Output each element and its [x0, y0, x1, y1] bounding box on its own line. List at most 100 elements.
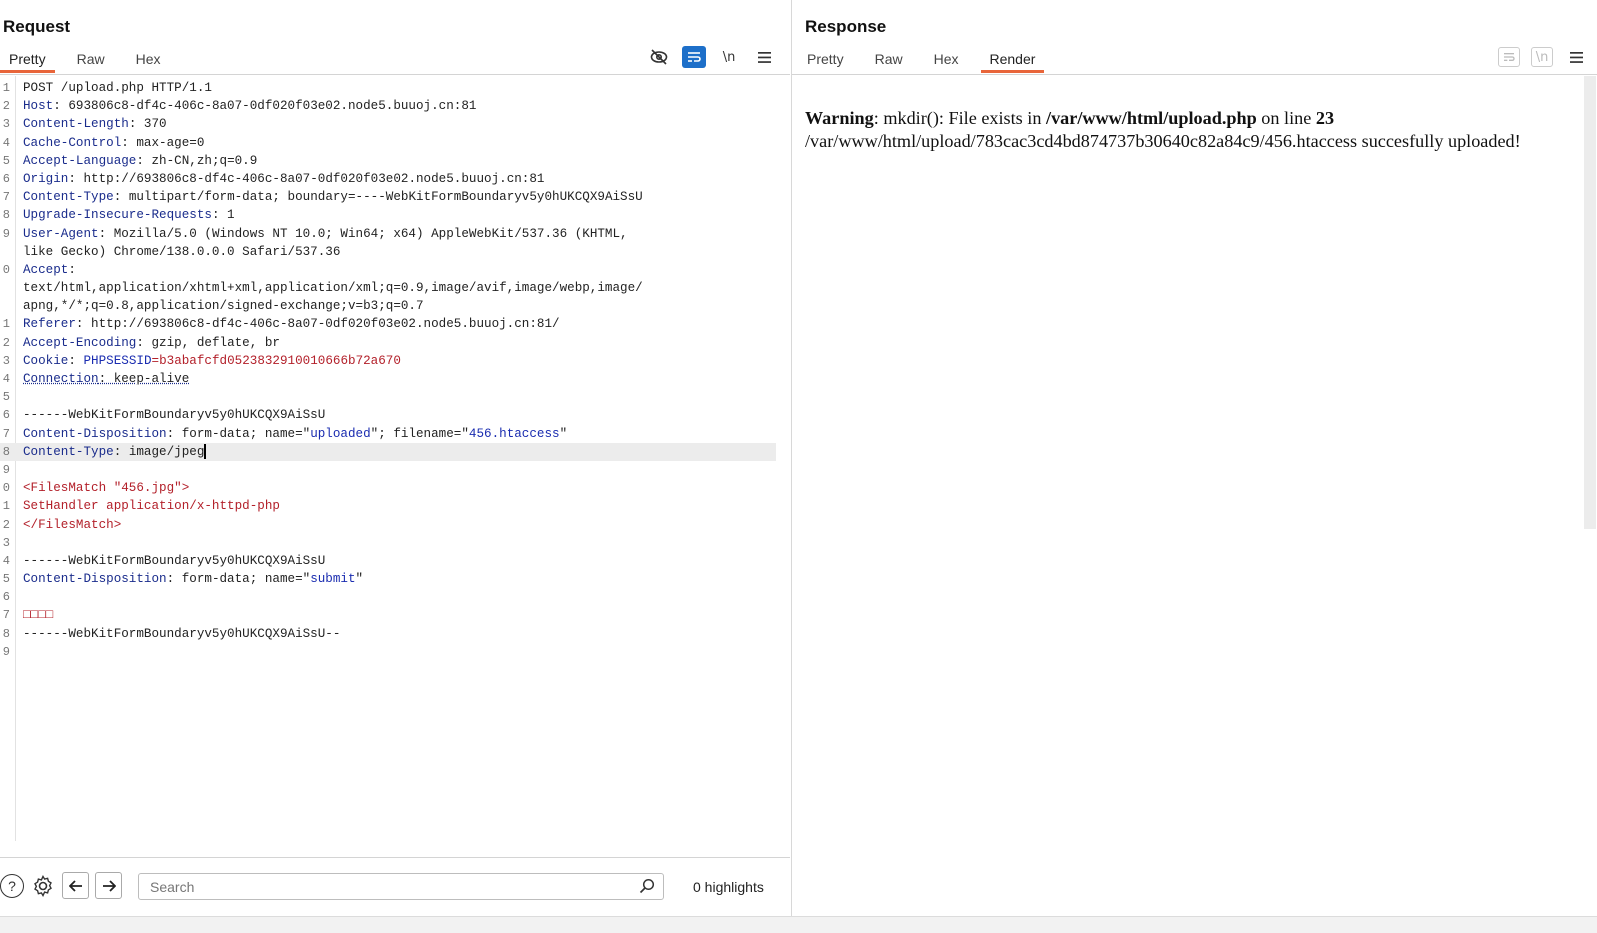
response-tab-pretty[interactable]: Pretty	[798, 49, 853, 73]
request-tab-raw[interactable]: Raw	[68, 49, 114, 73]
help-icon[interactable]: ?	[0, 873, 24, 898]
request-pane: Request Pretty Raw Hex \n 1 POST /upload.…	[0, 0, 790, 916]
code-line[interactable]: 2 Accept-Encoding: gzip, deflate, br	[0, 334, 776, 352]
code-line[interactable]: 5 Content-Disposition: form-data; name="s…	[0, 570, 776, 588]
code-line[interactable]: 5 Accept-Language: zh-CN,zh;q=0.9	[0, 152, 776, 170]
search-icon[interactable]	[639, 878, 655, 894]
code-line[interactable]: 0 <FilesMatch "456.jpg">	[0, 479, 776, 497]
code-token: Content-Disposition	[23, 572, 167, 587]
request-menu-button[interactable]	[752, 46, 776, 68]
previous-match-button[interactable]	[62, 872, 89, 899]
code-line[interactable]: 1 POST /upload.php HTTP/1.1	[0, 79, 776, 97]
settings-button[interactable]	[30, 873, 56, 899]
line-code: Accept-Language: zh-CN,zh;q=0.9	[23, 152, 257, 170]
request-editor[interactable]: 1 POST /upload.php HTTP/1.1 2 Host: 693806c…	[0, 76, 790, 841]
code-token: Host	[23, 99, 54, 114]
code-line[interactable]: 4 ------WebKitFormBoundaryv5y0hUKCQX9AiSs…	[0, 552, 776, 570]
rendered-response: Warning: mkdir(): File exists in /var/ww…	[805, 107, 1553, 153]
code-line[interactable]: 6	[0, 588, 776, 606]
line-number: 0	[2, 481, 10, 496]
wrap-icon	[1504, 53, 1515, 61]
code-token: : http://693806c8-df4c-406c-8a07-0df020f…	[75, 317, 560, 332]
code-token: : zh-CN,zh;q=0.9	[136, 153, 258, 168]
code-line[interactable]: 3	[0, 534, 776, 552]
code-line[interactable]: 6 ------WebKitFormBoundaryv5y0hUKCQX9AiSs…	[0, 406, 776, 424]
show-newlines-button[interactable]: \n	[717, 46, 741, 68]
code-line[interactable]: 6 Origin: http://693806c8-df4c-406c-8a07-…	[0, 170, 776, 188]
request-tab-divider	[0, 74, 790, 75]
code-token: submit	[310, 572, 356, 587]
code-line[interactable]: 4 Connection: keep-alive	[0, 370, 776, 388]
code-line[interactable]: 3 Cookie: PHPSESSID=b3abafcfd052383291001…	[0, 352, 776, 370]
code-line[interactable]: 4 Cache-Control: max-age=0	[0, 134, 776, 152]
wrap-lines-button[interactable]	[682, 46, 706, 68]
response-newlines-button[interactable]: \n	[1531, 47, 1553, 67]
response-toolbar: \n	[1487, 46, 1588, 68]
code-line[interactable]: 9	[0, 643, 776, 661]
code-line[interactable]: like Gecko) Chrome/138.0.0.0 Safari/537.…	[0, 243, 776, 261]
line-number: 9	[2, 226, 10, 241]
line-code: SetHandler application/x-httpd-php	[23, 497, 280, 515]
line-number: 9	[2, 462, 10, 477]
response-tab-divider	[792, 74, 1597, 75]
code-line[interactable]: 2 </FilesMatch>	[0, 516, 776, 534]
code-token: ------WebKitFormBoundaryv5y0hUKCQX9AiSsU	[23, 553, 326, 568]
line-code: Content-Disposition: form-data; name="up…	[23, 425, 567, 443]
line-code: POST /upload.php HTTP/1.1	[23, 79, 212, 97]
code-line[interactable]: 9 User-Agent: Mozilla/5.0 (Windows NT 10.…	[0, 225, 776, 243]
response-scrollbar[interactable]	[1584, 76, 1596, 529]
code-token: Cookie	[23, 353, 69, 368]
code-line[interactable]: 7 Content-Disposition: form-data; name="u…	[0, 425, 776, 443]
code-line[interactable]: 8 Content-Type: image/jpeg	[0, 442, 776, 461]
code-token: : Mozilla/5.0 (Windows NT 10.0; Win64; x…	[98, 226, 628, 241]
code-line[interactable]: 9	[0, 461, 776, 479]
line-number: 5	[2, 153, 10, 168]
request-tab-hex[interactable]: Hex	[127, 49, 170, 73]
warning-path: /var/www/html/upload.php	[1046, 108, 1257, 128]
upload-result-text: /var/www/html/upload/783cac3cd4bd874737b…	[805, 131, 1521, 151]
line-number: 1	[2, 81, 10, 95]
search-input[interactable]	[139, 874, 631, 900]
code-line[interactable]: 7 □□□□	[0, 606, 776, 624]
response-wrap-button[interactable]	[1498, 47, 1520, 67]
request-toolbar: \n	[636, 46, 776, 68]
code-line[interactable]: 1 Referer: http://693806c8-df4c-406c-8a07…	[0, 315, 776, 333]
code-line[interactable]: 3 Content-Length: 370	[0, 115, 776, 133]
line-number: 7	[2, 426, 10, 441]
line-code: <FilesMatch "456.jpg">	[23, 479, 189, 497]
line-number: 6	[2, 590, 10, 605]
code-token: <FilesMatch "456.jpg">	[23, 481, 190, 496]
code-token: :	[68, 262, 76, 277]
line-code: ------WebKitFormBoundaryv5y0hUKCQX9AiSsU	[23, 406, 325, 424]
code-line[interactable]: 2 Host: 693806c8-df4c-406c-8a07-0df020f03…	[0, 97, 776, 115]
code-line[interactable]: 8 Upgrade-Insecure-Requests: 1	[0, 206, 776, 224]
response-tab-raw[interactable]: Raw	[866, 49, 912, 73]
code-token: : http://693806c8-df4c-406c-8a07-0df020f…	[68, 171, 545, 186]
request-search-bar: ? 0 highlights	[0, 857, 790, 916]
next-match-button[interactable]	[95, 872, 122, 899]
code-token: User-Agent	[23, 226, 99, 241]
code-line[interactable]: text/html,application/xhtml+xml,applicat…	[0, 279, 776, 297]
code-token: text/html,application/xhtml+xml,applicat…	[23, 281, 643, 296]
line-number: 3	[2, 117, 10, 132]
line-number: 2	[2, 99, 10, 114]
code-line[interactable]: apng,*/*;q=0.8,application/signed-exchan…	[0, 297, 776, 315]
code-line[interactable]: 8 ------WebKitFormBoundaryv5y0hUKCQX9AiSs…	[0, 625, 776, 643]
code-line[interactable]: 5	[0, 388, 776, 406]
hide-nonprinting-button[interactable]	[647, 46, 671, 68]
request-tab-pretty[interactable]: Pretty	[0, 49, 55, 73]
code-line[interactable]: 0 Accept:	[0, 261, 776, 279]
code-token: : multipart/form-data; boundary=----WebK…	[113, 190, 643, 205]
response-tab-hex[interactable]: Hex	[925, 49, 968, 73]
code-token: PHPSESSID	[83, 353, 152, 368]
code-line[interactable]: 1 SetHandler application/x-httpd-php	[0, 497, 776, 515]
response-menu-button[interactable]	[1564, 46, 1588, 68]
hamburger-icon	[757, 51, 771, 63]
code-token: Accept-Encoding	[23, 335, 137, 350]
response-tab-render[interactable]: Render	[980, 49, 1045, 73]
line-number: 5	[2, 390, 10, 405]
code-token: "	[559, 426, 568, 441]
code-line[interactable]: 7 Content-Type: multipart/form-data; boun…	[0, 188, 776, 206]
line-number: 7	[2, 190, 10, 205]
code-token: 456.htaccess	[468, 426, 560, 441]
